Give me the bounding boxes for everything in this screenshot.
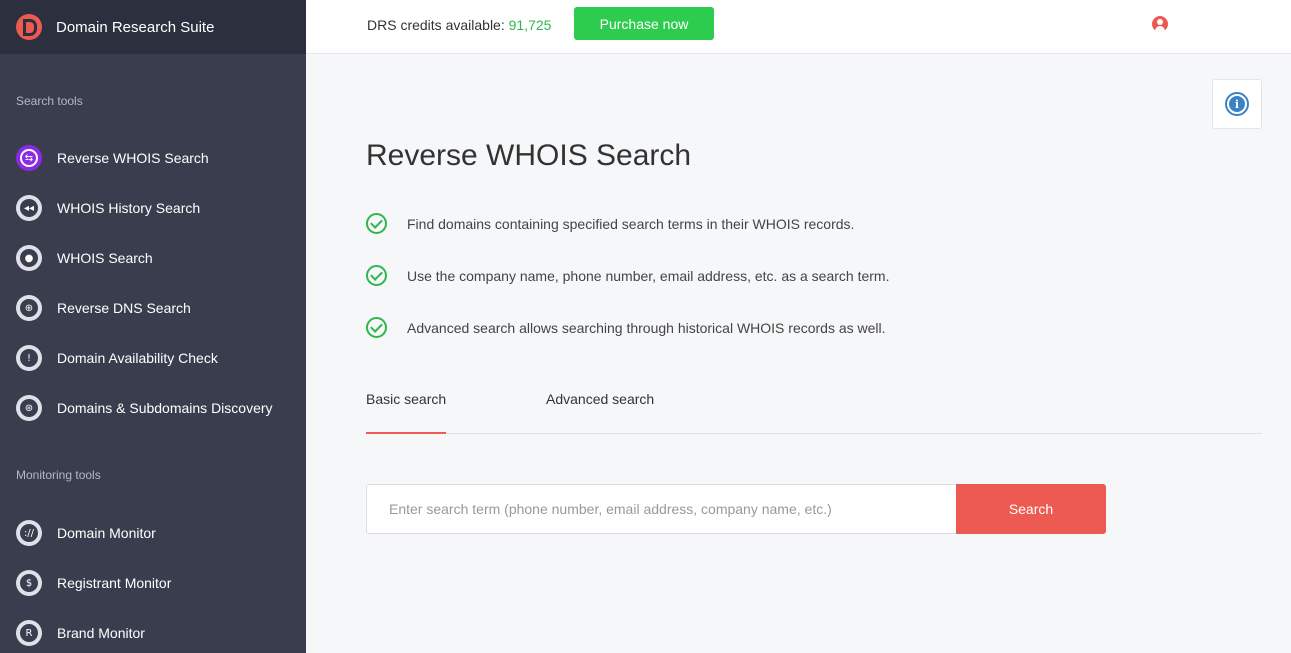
brand-bar[interactable]: Domain Research Suite (0, 0, 306, 54)
sidebar-item-reverse-whois[interactable]: ⇆ Reverse WHOIS Search (0, 133, 306, 183)
sidebar-item-label: Reverse WHOIS Search (57, 150, 209, 166)
search-tools-heading: Search tools (16, 94, 83, 108)
monitoring-tools-heading: Monitoring tools (16, 468, 101, 482)
sidebar-item-reverse-dns[interactable]: ⊕ Reverse DNS Search (0, 283, 306, 333)
search-button[interactable]: Search (956, 484, 1106, 534)
history-icon: ◂◂ (16, 195, 42, 221)
sidebar-item-whois-history[interactable]: ◂◂ WHOIS History Search (0, 183, 306, 233)
sidebar-item-label: Domains & Subdomains Discovery (57, 400, 273, 416)
feature-text: Advanced search allows searching through… (407, 319, 886, 336)
feature-text: Use the company name, phone number, emai… (407, 267, 890, 284)
feature-item: Advanced search allows searching through… (366, 317, 886, 338)
sidebar-item-whois-search[interactable]: ● WHOIS Search (0, 233, 306, 283)
feature-item: Use the company name, phone number, emai… (366, 265, 889, 286)
brand-logo-icon (16, 14, 42, 40)
search-tabs: Basic search Advanced search (366, 380, 1262, 434)
sidebar-item-subdomains-discovery[interactable]: ⊛ Domains & Subdomains Discovery (0, 383, 306, 433)
sidebar-item-label: WHOIS Search (57, 250, 153, 266)
sidebar: Domain Research Suite Search tools ⇆ Rev… (0, 0, 306, 653)
check-circle-icon (366, 213, 387, 234)
sidebar-item-domain-availability[interactable]: ! Domain Availability Check (0, 333, 306, 383)
top-header: DRS credits available: 91,725 Purchase n… (306, 0, 1291, 54)
user-account-icon[interactable] (1152, 16, 1168, 32)
sidebar-item-label: Domain Monitor (57, 525, 156, 541)
reverse-whois-icon: ⇆ (16, 145, 42, 171)
domain-monitor-icon: :// (16, 520, 42, 546)
brand-title: Domain Research Suite (56, 18, 215, 36)
info-button[interactable]: i (1212, 79, 1262, 129)
tab-advanced-search[interactable]: Advanced search (546, 391, 654, 434)
credits-display: DRS credits available: 91,725 (367, 17, 551, 33)
sidebar-item-brand-monitor[interactable]: R Brand Monitor (0, 608, 306, 653)
sidebar-item-label: Registrant Monitor (57, 575, 172, 591)
search-input[interactable] (366, 484, 956, 534)
feature-item: Find domains containing specified search… (366, 213, 854, 234)
person-icon: ● (16, 245, 42, 271)
sidebar-item-label: Brand Monitor (57, 625, 145, 641)
registrant-icon: $ (16, 570, 42, 596)
sidebar-item-registrant-monitor[interactable]: $ Registrant Monitor (0, 558, 306, 608)
www-icon: ⊛ (16, 395, 42, 421)
search-form: Search (366, 484, 1106, 534)
feature-text: Find domains containing specified search… (407, 215, 855, 232)
sidebar-item-label: Domain Availability Check (57, 350, 218, 366)
check-circle-icon (366, 317, 387, 338)
credits-label: DRS credits available: (367, 17, 505, 33)
sidebar-item-domain-monitor[interactable]: :// Domain Monitor (0, 508, 306, 558)
exclamation-icon: ! (16, 345, 42, 371)
sidebar-item-label: Reverse DNS Search (57, 300, 191, 316)
page-title: Reverse WHOIS Search (366, 139, 692, 172)
info-icon: i (1225, 92, 1249, 116)
globe-icon: ⊕ (16, 295, 42, 321)
sidebar-item-label: WHOIS History Search (57, 200, 201, 216)
credits-value: 91,725 (508, 17, 552, 33)
purchase-now-button[interactable]: Purchase now (574, 7, 714, 40)
check-circle-icon (366, 265, 387, 286)
tab-basic-search[interactable]: Basic search (366, 391, 447, 434)
registered-icon: R (16, 620, 42, 646)
